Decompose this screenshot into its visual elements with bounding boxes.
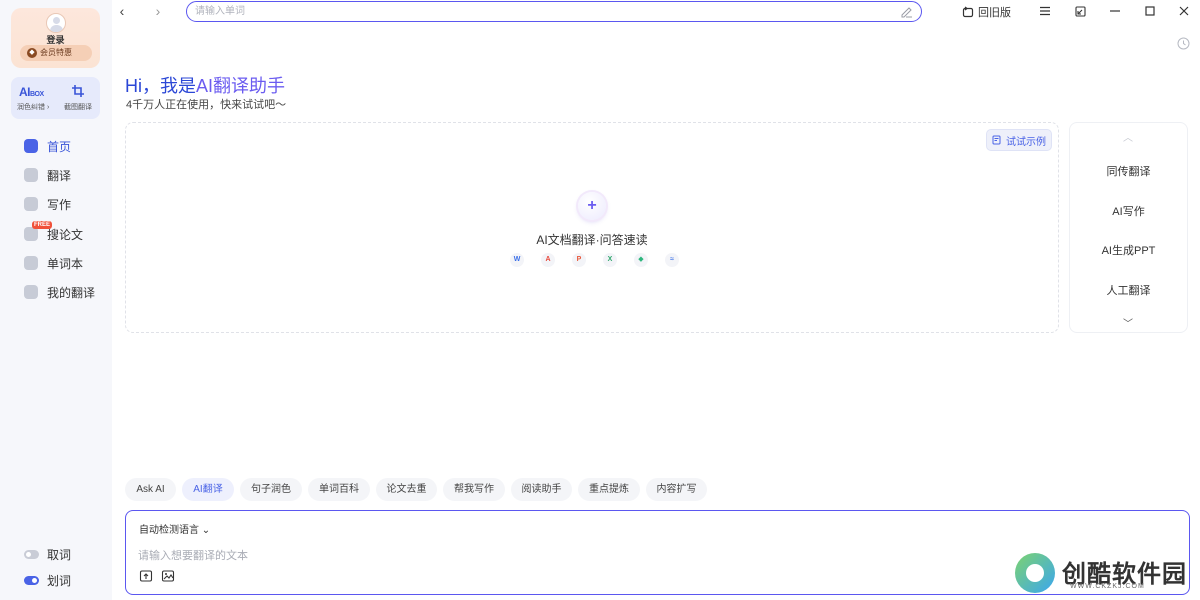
feature-simultaneous-translate[interactable]: 同传翻译 (1070, 163, 1187, 179)
old-version-label: 回旧版 (978, 7, 1011, 19)
chevron-down-icon: ⌄ (201, 525, 211, 536)
toggle-switch[interactable] (24, 575, 39, 585)
old-version-button[interactable]: 回旧版 (962, 4, 1011, 20)
feature-panel: ︿ 同传翻译 AI写作 AI生成PPT 人工翻译 ﹀ (1069, 122, 1188, 333)
chip-reading-assistant[interactable]: 阅读助手 (511, 478, 572, 501)
upload-plus-icon[interactable]: + (578, 192, 606, 220)
feature-ai-ppt[interactable]: AI生成PPT (1070, 242, 1187, 258)
translate-textarea[interactable] (138, 547, 998, 565)
switch-icon (962, 6, 974, 18)
vip-offer-button[interactable]: ◆ 会员特惠 (20, 45, 92, 61)
chip-word-encyclopedia[interactable]: 单词百科 (308, 478, 370, 501)
back-arrow-icon[interactable]: ‹ (115, 4, 129, 18)
feature-ai-writing[interactable]: AI写作 (1070, 203, 1187, 219)
supported-file-types: W A P X ◆ ≈ (510, 253, 679, 267)
toggle-switch[interactable] (24, 549, 39, 559)
translate-icon (24, 168, 38, 182)
screenshot-translate-link[interactable]: 截图翻译 (64, 102, 92, 112)
login-card[interactable]: 登录 ◆ 会员特惠 (11, 8, 100, 68)
menu-icon[interactable] (1038, 4, 1052, 18)
handwrite-icon[interactable] (900, 5, 913, 18)
graduation-cap-icon: FREE (24, 221, 53, 241)
avatar-icon[interactable] (46, 13, 66, 33)
sidebar-item-label: 单词本 (47, 256, 84, 271)
try-example-label: 试试示例 (1006, 136, 1046, 148)
toggle-pick-word[interactable]: 取词 (24, 546, 104, 562)
sidebar-item-write[interactable]: 写作 (24, 194, 104, 214)
sidebar-item-search-paper[interactable]: FREE 搜论文 (24, 221, 104, 244)
aibox-card[interactable]: AIBOX 润色纠错 › 截图翻译 (11, 77, 100, 119)
sidebar-item-label: 写作 (47, 197, 72, 212)
sidebar: 登录 ◆ 会员特惠 AIBOX 润色纠错 › 截图翻译 首页 翻译 写作 FRE… (0, 0, 112, 600)
watermark-logo-icon (1015, 553, 1055, 593)
chevron-up-icon[interactable]: ︿ (1123, 129, 1133, 144)
source-language-select[interactable]: 自动检测语言 ⌄ (139, 521, 210, 536)
upload-title: AI文档翻译·问答速读 (536, 233, 648, 247)
feature-human-translate[interactable]: 人工翻译 (1070, 282, 1187, 298)
sidebar-item-label: 翻译 (47, 168, 72, 183)
chevron-down-icon[interactable]: ﹀ (1123, 315, 1133, 330)
image-file-icon: ◆ (634, 253, 648, 267)
aibox-logo: AIBOX (19, 85, 44, 99)
pdf-file-icon: A (541, 253, 555, 267)
chip-ask-ai[interactable]: Ask AI (125, 478, 176, 501)
polish-link[interactable]: 润色纠错 › (17, 102, 49, 112)
forward-arrow-icon[interactable]: › (151, 4, 165, 18)
chip-ai-translate[interactable]: AI翻译 (182, 478, 234, 501)
sidebar-item-translate[interactable]: 翻译 (24, 165, 104, 185)
close-icon[interactable] (1177, 4, 1191, 18)
sidebar-item-label: 我的翻译 (47, 285, 96, 300)
document-icon (24, 285, 38, 299)
sidebar-item-label: 搜论文 (47, 227, 84, 242)
word-search-bar[interactable] (186, 1, 922, 22)
chart-file-icon: ≈ (665, 253, 679, 267)
notebook-icon (24, 256, 38, 270)
toggle-label: 取词 (47, 547, 72, 562)
vip-label: 会员特惠 (40, 48, 72, 57)
excel-file-icon: X (603, 253, 617, 267)
word-file-icon: W (510, 253, 524, 267)
sidebar-item-my-translations[interactable]: 我的翻译 (24, 282, 104, 302)
crop-icon[interactable] (72, 85, 84, 97)
free-badge: FREE (32, 221, 53, 229)
upload-file-icon[interactable] (139, 569, 153, 583)
chip-sentence-polish[interactable]: 句子润色 (240, 478, 302, 501)
example-doc-icon (992, 135, 1001, 145)
sidebar-item-wordbook[interactable]: 单词本 (24, 253, 104, 273)
page-title: Hi，我是AI翻译助手 (125, 76, 286, 96)
history-clock-icon[interactable] (1177, 37, 1190, 50)
toggle-select-word[interactable]: 划词 (24, 572, 104, 588)
chip-help-write[interactable]: 帮我写作 (443, 478, 505, 501)
sidebar-item-home[interactable]: 首页 (24, 136, 104, 156)
mini-window-icon[interactable] (1073, 4, 1087, 18)
page-subtitle: 4千万人正在使用，快来试试吧～ (126, 99, 287, 111)
image-upload-icon[interactable] (161, 569, 175, 583)
sidebar-item-label: 首页 (47, 139, 72, 154)
site-watermark: 创酷软件园 WWW.CKZKJ.COM (1012, 550, 1190, 594)
minimize-icon[interactable] (1108, 4, 1122, 18)
home-icon (24, 139, 38, 153)
ppt-file-icon: P (572, 253, 586, 267)
word-search-input[interactable] (195, 4, 885, 19)
chip-key-points[interactable]: 重点提炼 (578, 478, 640, 501)
maximize-icon[interactable] (1143, 4, 1157, 18)
try-example-button[interactable]: 试试示例 (986, 129, 1052, 151)
diamond-icon: ◆ (27, 48, 37, 58)
watermark-url: WWW.CKZKJ.COM (1070, 583, 1145, 590)
toggle-label: 划词 (47, 573, 72, 588)
pen-icon (24, 197, 38, 211)
chip-paper-dedupe[interactable]: 论文去重 (376, 478, 437, 501)
chip-content-expand[interactable]: 内容扩写 (646, 478, 707, 501)
document-upload-area[interactable]: 试试示例 + AI文档翻译·问答速读 W A P X ◆ ≈ (125, 122, 1059, 333)
